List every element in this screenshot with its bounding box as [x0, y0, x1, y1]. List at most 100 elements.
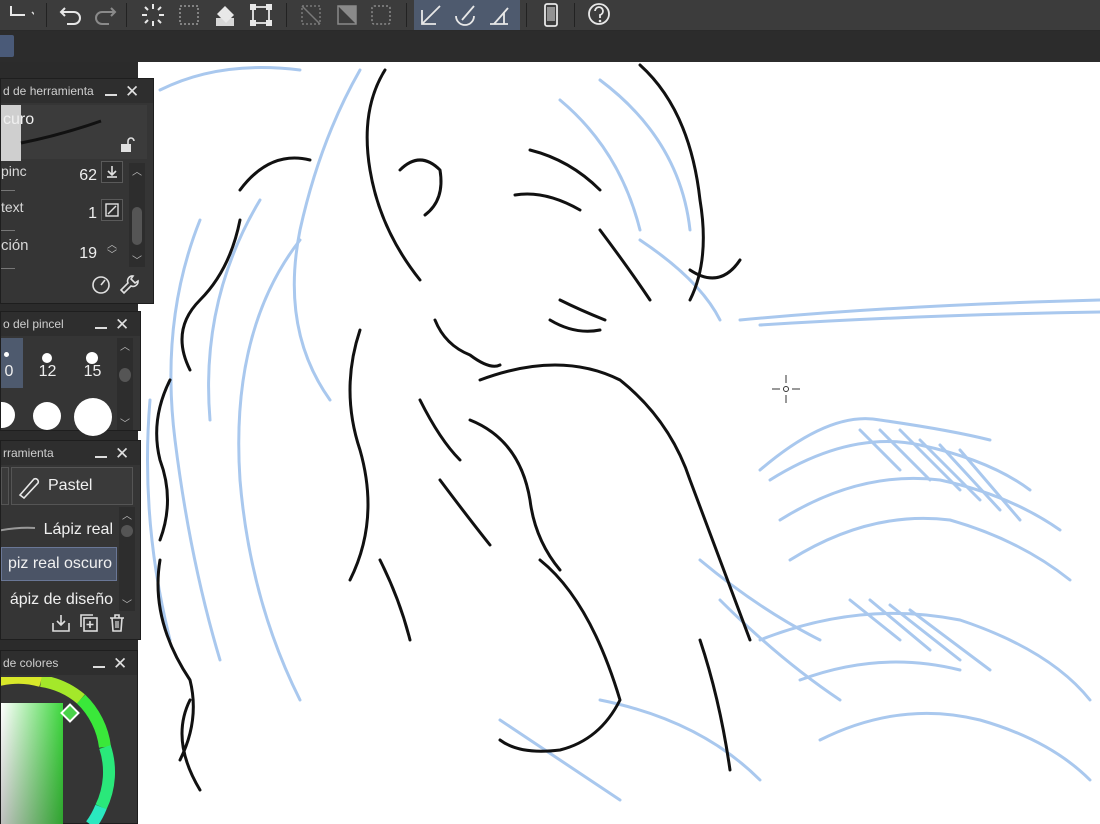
wrench-icon[interactable] [119, 273, 141, 295]
brush-size-option-label: 12 [38, 363, 57, 380]
brush-size-option-label: 15 [83, 363, 102, 380]
smartphone-icon [544, 3, 558, 27]
brush-size-scrollbar[interactable]: ︿ ﹀ [117, 338, 133, 430]
no-texture-icon [105, 203, 119, 217]
spinner-icon [142, 4, 164, 26]
brush-preview: curo [1, 105, 147, 161]
brush-size-panel: o del pincel ✕ 0 12 15 ︿ ﹀ [0, 311, 141, 436]
select-area-button[interactable] [172, 0, 206, 30]
correction-label: ción [1, 237, 29, 254]
document-tab[interactable] [0, 35, 14, 57]
invert-selection-icon [337, 5, 357, 25]
snap-grid-icon[interactable] [486, 2, 512, 28]
clear-selection-button[interactable] [294, 0, 328, 30]
color-wheel[interactable] [1, 677, 137, 824]
spinner-arrows-icon[interactable]: ︿﹀ [107, 241, 117, 261]
minimize-icon[interactable] [105, 94, 117, 96]
texture-none-button[interactable] [101, 199, 123, 221]
document-tab-bar [0, 31, 1100, 62]
selection-border-icon [371, 5, 391, 25]
clear-selection-icon [301, 5, 321, 25]
snap-curve-icon[interactable] [452, 2, 478, 28]
sub-tool-item-label: Lápiz real [43, 521, 113, 538]
sub-tool-footer [51, 613, 127, 633]
trash-icon[interactable] [107, 613, 127, 633]
brush-cursor [772, 375, 800, 403]
tool-property-header: d de herramienta ✕ [1, 79, 153, 103]
brush-size-option[interactable]: 15 [70, 338, 115, 388]
tab-pastel-label: Pastel [48, 477, 93, 494]
help-icon [588, 3, 610, 25]
color-wheel-panel: de colores ✕ [0, 650, 138, 824]
brush-size-value: 62 [79, 167, 97, 184]
undo-button[interactable] [54, 0, 88, 30]
main-toolbar [0, 0, 1100, 31]
brush-size-option-label: 0 [4, 363, 14, 380]
ruler-snap-group [414, 0, 520, 30]
dial-icon[interactable] [91, 275, 111, 295]
minimize-icon[interactable] [93, 666, 105, 668]
export-icon [10, 6, 34, 16]
brush-size-option[interactable]: 0 [1, 338, 23, 388]
tool-property-panel: d de herramienta ✕ curo pinc 62 ︿﹀ text … [0, 78, 154, 304]
paint-bucket-icon [216, 6, 234, 26]
close-icon[interactable]: ✕ [115, 316, 129, 333]
color-wheel-header: de colores ✕ [1, 651, 137, 675]
drawing-canvas[interactable] [138, 62, 1100, 824]
hue-selector [60, 703, 80, 723]
marquee-icon [179, 5, 199, 25]
correction-row[interactable]: ción 19 ︿ ﹀ [1, 231, 123, 271]
pencil-stroke-icon [1, 526, 36, 532]
sub-tool-title: rramienta [3, 446, 54, 460]
redo-icon [95, 7, 117, 25]
close-icon[interactable]: ✕ [115, 445, 129, 462]
transform-icon [250, 4, 272, 26]
tool-property-scrollbar[interactable]: ︿ ﹀ [129, 163, 145, 267]
download-icon [107, 166, 117, 178]
correction-value: 19 [79, 245, 97, 262]
artwork [146, 63, 1100, 802]
help-button[interactable] [582, 0, 616, 30]
brush-size-header: o del pincel ✕ [1, 312, 140, 336]
sub-tool-item-selected[interactable]: piz real oscuro [1, 547, 117, 581]
brush-size-option[interactable] [1, 396, 23, 446]
preset-name: curo [3, 111, 35, 128]
brush-size-option[interactable] [25, 396, 70, 446]
color-wheel-title: de colores [3, 656, 59, 670]
pressure-settings-button[interactable] [101, 161, 123, 183]
close-icon[interactable]: ✕ [125, 83, 139, 100]
brush-size-option[interactable] [70, 396, 115, 446]
lock-icon[interactable] [119, 137, 135, 153]
sub-tool-header: rramienta ✕ [1, 441, 140, 465]
sub-tool-scrollbar[interactable]: ︿ ﹀ [119, 507, 135, 611]
device-button[interactable] [534, 0, 568, 30]
sub-tool-item-label: piz real oscuro [7, 555, 112, 572]
sub-tool-tab-prev[interactable] [1, 467, 9, 505]
redo-button[interactable] [88, 0, 122, 30]
undo-icon [59, 7, 81, 25]
minimize-icon[interactable] [95, 456, 107, 458]
pastel-icon [18, 477, 40, 499]
sub-tool-item[interactable]: Lápiz real [1, 513, 117, 547]
sub-tool-panel: rramienta ✕ Pastel Lápiz real piz real o… [0, 440, 141, 640]
snap-ruler-icon[interactable] [418, 2, 444, 28]
import-icon[interactable] [51, 613, 71, 633]
tool-property-title: d de herramienta [3, 84, 94, 98]
invert-selection-button[interactable] [330, 0, 364, 30]
brush-size-title: o del pincel [3, 317, 64, 331]
loading-spinner-button[interactable] [136, 0, 170, 30]
brush-size-option[interactable]: 12 [25, 338, 70, 388]
minimize-icon[interactable] [95, 327, 107, 329]
texture-value: 1 [88, 205, 97, 222]
transform-button[interactable] [244, 0, 278, 30]
fill-button[interactable] [208, 0, 242, 30]
brush-size-label: pinc [1, 163, 27, 179]
sub-tool-item-label: ápiz de diseño [9, 591, 113, 608]
texture-label: text [1, 199, 24, 215]
duplicate-icon[interactable] [79, 613, 99, 633]
close-icon[interactable]: ✕ [113, 655, 127, 672]
sub-tool-item[interactable]: ápiz de diseño [1, 583, 117, 617]
selection-border-button[interactable] [364, 0, 398, 30]
tab-pastel[interactable]: Pastel [11, 467, 133, 505]
export-menu-button[interactable] [0, 0, 42, 30]
